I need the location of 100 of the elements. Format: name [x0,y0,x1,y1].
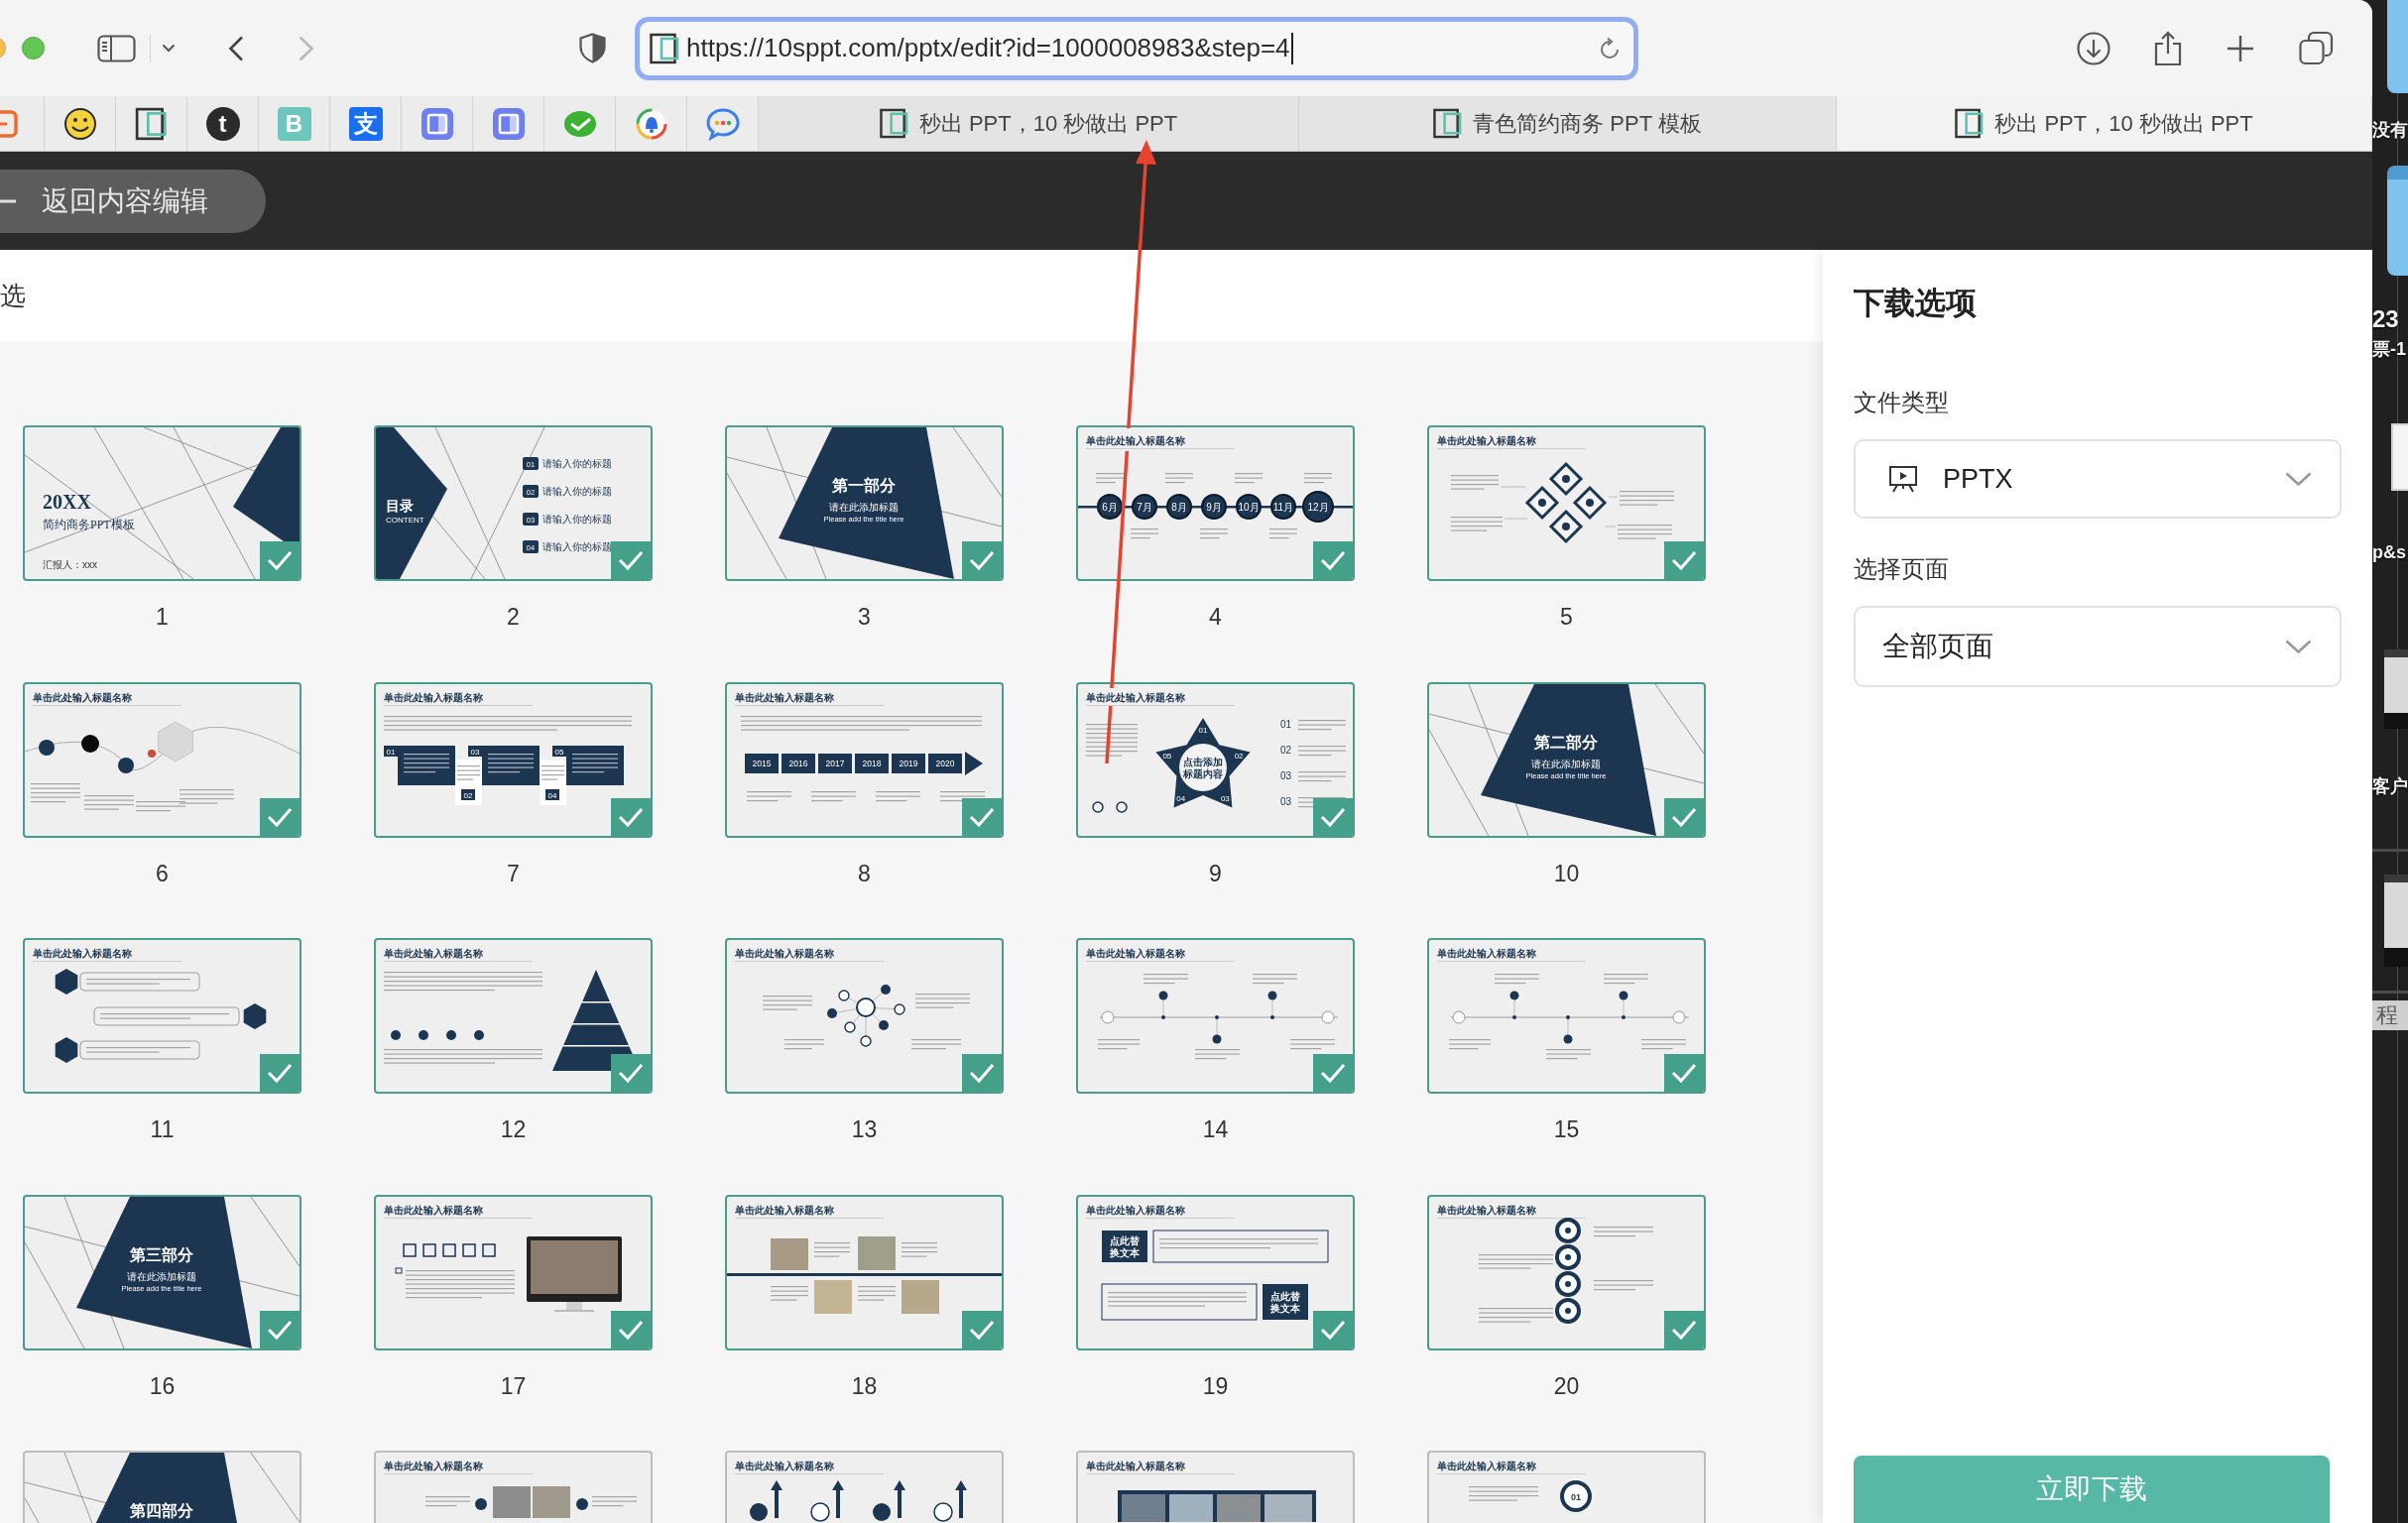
slide-header: 单击此处输入标题名称 [735,1461,834,1472]
slide-checkbox[interactable] [962,797,1002,836]
slide-number: 20 [1552,1371,1581,1400]
slide-checkbox[interactable] [1313,541,1353,579]
slide-thumbnail[interactable]: 单击此处输入标题名称 2015 2016 2017 2018 2019 2020 [725,681,1004,838]
slide-checkbox[interactable] [260,1310,300,1348]
slide-thumbnail[interactable]: 单击此处输入标题名称 [374,1194,653,1350]
desktop-icon-label: p&s [2372,541,2406,563]
slide-thumbnail[interactable]: 单击此处输入标题名称 [1076,1451,1355,1523]
slide-checkbox[interactable] [611,1054,651,1093]
share-icon[interactable] [2153,30,2183,66]
sidebar-icon[interactable] [97,34,136,62]
browser-tab[interactable]: 秒出 PPT，10 秒做出 PPT [1837,96,2372,151]
slide-thumbnail[interactable]: 单击此处输入标题名称 [374,938,653,1095]
slide-checkbox[interactable] [611,797,651,836]
slide-header: 单击此处输入标题名称 [1086,1204,1185,1216]
fullscreen-button[interactable] [22,37,45,59]
presentation-icon [1888,464,1918,494]
bookmark-link[interactable]: 支 [348,106,383,141]
file-type-select[interactable]: PPTX [1854,439,2342,519]
window-icon[interactable] [490,106,527,141]
contents-item: 请输入你的标题 [542,541,612,552]
slide-thumbnail[interactable]: 单击此处输入标题名称 6月 7月 8月 9月 10月 11月 12月 [1076,425,1355,581]
new-tab-icon[interactable] [2227,34,2254,62]
back-button[interactable]: 返回内容编辑 [0,169,266,233]
slide-thumbnail[interactable]: 单击此处输入标题名称 01 02 03 04 05 [374,681,653,838]
slide-header: 单击此处输入标题名称 [384,1461,483,1472]
timeline-node: 11月 [1270,494,1296,520]
slide-number: 7 [506,859,521,887]
slide-checkbox[interactable] [1313,1310,1353,1348]
reload-icon[interactable] [1600,36,1622,60]
slide-checkbox[interactable] [260,541,300,579]
slide-thumbnail[interactable]: 单击此处输入标题名称 点此替换文本 点此替换文本 [1076,1194,1355,1350]
slide-number: 5 [1559,603,1574,631]
chat-bubble-icon[interactable] [704,106,741,141]
slide-number: 15 [1552,1115,1581,1144]
slide-checkbox[interactable] [1664,541,1704,579]
slide-checkbox[interactable] [1664,1054,1704,1093]
slide-thumbnail[interactable]: 单击此处输入标题名称 [23,681,301,838]
shield-icon[interactable] [579,33,606,63]
slide-checkbox[interactable] [260,1054,300,1093]
slide-checkbox[interactable] [1313,1054,1353,1093]
window-icon[interactable] [419,106,455,141]
slide-checkbox[interactable] [1313,797,1353,836]
slide-number: 19 [1201,1371,1230,1400]
slide-thumbnail[interactable]: 单击此处输入标题名称 [1076,938,1355,1095]
smiley-icon[interactable] [61,106,98,141]
list-number: 03 [1280,795,1292,807]
slide-thumbnail[interactable]: 20XX 简约商务PPT模板 汇报人：xxx [23,425,301,581]
tabs-overview-icon[interactable] [2299,31,2334,65]
url-text: https://10sppt.com/pptx/edit?id=1000008983&step=4 [686,33,1290,63]
slide-thumbnail[interactable]: 单击此处输入标题名称 01 05 02 点击添加标题内容 04 03 01 02 03 03 [1076,681,1355,838]
slide-title: 目录 [386,498,414,514]
slide-checkbox[interactable] [260,797,300,836]
slide-thumbnail[interactable]: 单击此处输入标题名称 [374,1451,653,1523]
select-all-label[interactable]: 选 [0,278,26,313]
star-label: 02 [1234,751,1244,761]
slide-thumbnail[interactable]: 单击此处输入标题名称 [725,1194,1004,1350]
bookmark-link[interactable]: t [205,106,240,141]
tab-title: 秒出 PPT，10 秒做出 PPT [918,109,1178,138]
back-icon[interactable] [228,35,244,61]
dash-icon [0,198,16,203]
list-number: 02 [1280,744,1292,756]
slide-subtitle: 请在此添加标题 [127,1270,196,1282]
slide-thumbnail[interactable]: 单击此处输入标题名称 01 [1427,1451,1706,1523]
number-tag: 01 [384,745,398,757]
slide-checkbox[interactable] [1664,797,1704,836]
slide-thumbnail[interactable]: 单击此处输入标题名称 [1427,1194,1706,1350]
logo-icon[interactable] [133,106,170,141]
slide-thumbnail[interactable]: 单击此处输入标题名称 [1427,425,1706,581]
slide-checkbox[interactable] [611,541,651,579]
text-cursor-icon [1290,32,1293,64]
slide-thumbnail[interactable]: 单击此处输入标题名称 [1427,938,1706,1095]
slide-number: 13 [850,1115,879,1144]
year-step: 2016 [782,753,815,773]
tab-title: 秒出 PPT，10 秒做出 PPT [1994,109,2253,138]
slide-header: 单击此处输入标题名称 [1437,948,1536,960]
star-label: 05 [1162,751,1172,761]
slide-checkbox[interactable] [962,541,1002,579]
list-number: 01 [1280,718,1292,730]
slide-thumbnail[interactable]: 第四部分 [23,1451,301,1523]
slide-checkbox[interactable] [962,1310,1002,1348]
slide-thumbnail[interactable]: 单击此处输入标题名称 [725,938,1004,1095]
slide-thumbnail[interactable]: 单击此处输入标题名称 [23,938,301,1095]
slide-checkbox[interactable] [611,1310,651,1348]
desktop-icon-label: 客户 [2372,775,2408,797]
slide-checkbox[interactable] [962,1054,1002,1093]
logo-icon [879,108,909,139]
address-field[interactable]: https://10sppt.com/pptx/edit?id=1000008983&step=4 [635,16,1638,80]
download-icon[interactable] [2077,31,2110,65]
number-tag: 02 [461,788,475,800]
text-tag: 点此替换文本 [1263,1283,1308,1320]
slide-thumbnail[interactable]: 单击此处输入标题名称 [725,1451,1004,1523]
slide-number: 1 [155,603,170,631]
chevron-down-icon[interactable] [162,44,176,53]
year-step: 2019 [892,753,925,773]
page-range-select[interactable]: 全部页面 [1854,606,2342,687]
slide-caption: CONTENT [386,516,424,525]
slide-checkbox[interactable] [1664,1310,1704,1348]
chevron-down-icon [2285,640,2312,653]
